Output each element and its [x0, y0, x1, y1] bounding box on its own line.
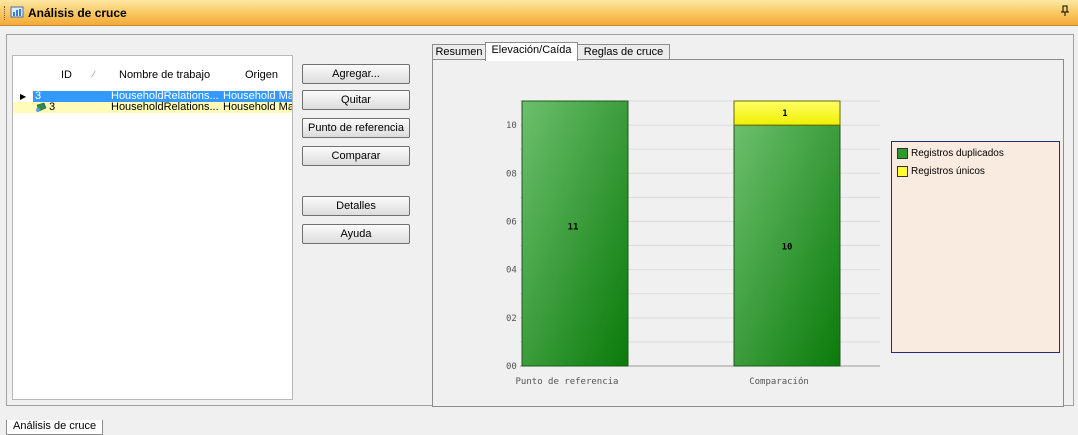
table-row[interactable]: 3 HouseholdRelations... Household Mat — [13, 102, 292, 113]
details-button[interactable]: Detalles — [302, 196, 410, 216]
bottom-tab[interactable]: Análisis de cruce — [6, 420, 104, 435]
chart-legend: Registros duplicados Registros únicos — [891, 141, 1060, 353]
legend-swatch — [897, 166, 908, 177]
row-job-cell: HouseholdRelations... — [109, 91, 221, 102]
window-title: Análisis de cruce — [28, 6, 127, 20]
row-job-cell: HouseholdRelations... — [111, 102, 219, 113]
row-pointer-icon: ▶ — [20, 92, 27, 101]
jobs-grid[interactable]: ID ⁄ Nombre de trabajo Origen ▶ 3 Househ… — [12, 55, 293, 400]
legend-label: Registros duplicados — [911, 148, 1004, 159]
sort-arrow-icon: ⁄ — [93, 69, 95, 79]
cross-analysis-icon — [10, 6, 24, 18]
comparison-marker-icon — [35, 102, 47, 116]
help-button[interactable]: Ayuda — [302, 224, 410, 244]
grip-icon[interactable] — [4, 6, 8, 20]
row-id-cell: 3 — [49, 102, 56, 113]
tab-summary[interactable]: Resumen — [432, 44, 486, 60]
grid-header: ID ⁄ Nombre de trabajo Origen — [13, 56, 292, 90]
table-row[interactable]: ▶ 3 HouseholdRelations... Household Mat — [13, 91, 292, 102]
window-title-bar: Análisis de cruce — [0, 0, 1078, 26]
remove-button[interactable]: Quitar — [302, 90, 410, 110]
column-header-origin[interactable]: Origen — [245, 69, 278, 81]
row-origin-cell: Household Mat — [223, 102, 293, 113]
row-origin-cell: Household Mat — [221, 91, 292, 102]
tab-elevation[interactable]: Elevación/Caída — [485, 42, 578, 61]
legend-swatch — [897, 148, 908, 159]
column-header-job-name[interactable]: Nombre de trabajo — [119, 69, 210, 81]
column-header-id[interactable]: ID — [61, 69, 72, 81]
legend-label: Registros únicos — [911, 166, 985, 177]
pin-icon[interactable] — [1060, 5, 1070, 20]
compare-button[interactable]: Comparar — [302, 146, 410, 166]
reference-button[interactable]: Punto de referencia — [302, 118, 410, 138]
tab-rules[interactable]: Reglas de cruce — [577, 44, 670, 60]
row-id-cell: 3 — [33, 91, 109, 102]
add-button[interactable]: Agregar... — [302, 64, 410, 84]
